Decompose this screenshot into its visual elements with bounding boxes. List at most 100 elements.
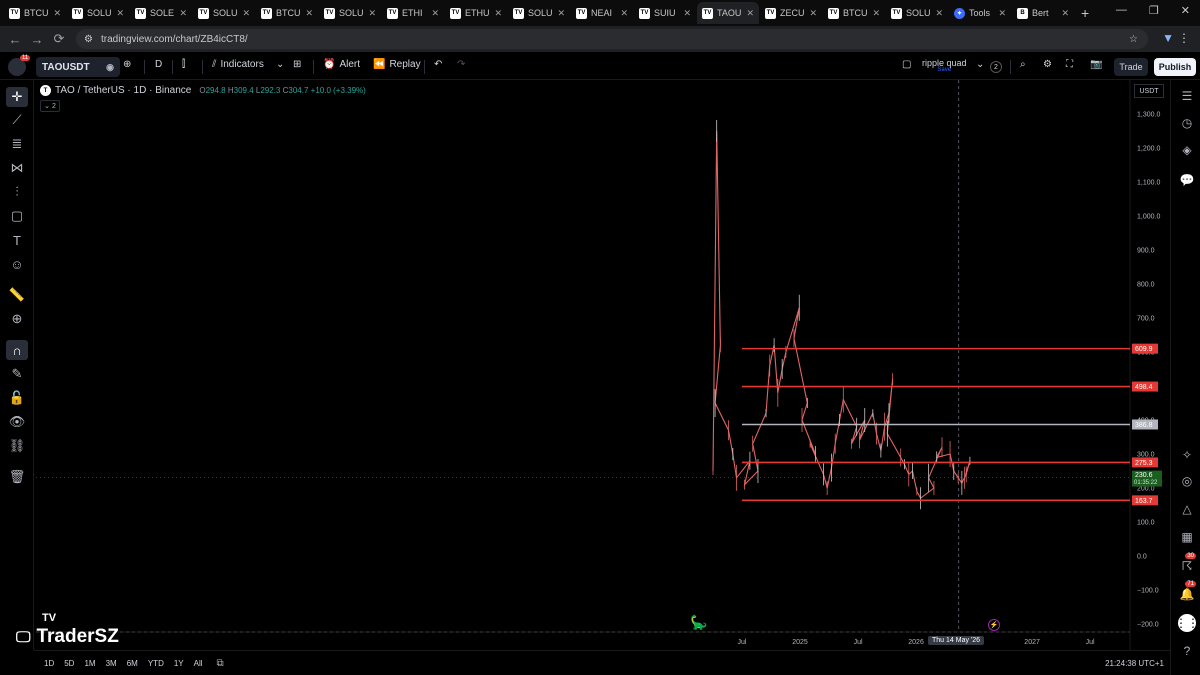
- tab-close-icon[interactable]: ✕: [53, 8, 61, 19]
- tab-close-icon[interactable]: ✕: [494, 8, 502, 19]
- lightning-icon[interactable]: ⚡: [988, 619, 1000, 631]
- browser-tab[interactable]: TV SOLU ✕: [508, 2, 570, 24]
- shapes-tool-icon[interactable]: ▢: [6, 206, 28, 226]
- undo-icon[interactable]: ↶: [434, 59, 442, 70]
- browser-tab[interactable]: TV BTCU ✕: [256, 2, 318, 24]
- trend-line-tool-icon[interactable]: ⟋: [6, 110, 28, 130]
- snapshot-camera-icon[interactable]: 📷: [1090, 59, 1102, 70]
- tab-close-icon[interactable]: ✕: [368, 8, 376, 19]
- quick-search-icon[interactable]: ⌕: [1020, 59, 1026, 70]
- minimize-icon[interactable]: —: [1116, 4, 1127, 17]
- ruler-tool-icon[interactable]: 📏: [6, 285, 28, 305]
- tab-close-icon[interactable]: ✕: [746, 8, 754, 19]
- layout-name-button[interactable]: ripple quad Save: [922, 58, 967, 73]
- target-icon[interactable]: ◎: [1178, 472, 1196, 490]
- candles-style-icon[interactable]: ⫿: [182, 59, 185, 70]
- period-button[interactable]: 3M: [106, 659, 117, 668]
- currency-selector[interactable]: USDT: [1134, 84, 1164, 98]
- clock[interactable]: 21:24:38 UTC+1: [1105, 659, 1164, 668]
- site-info-icon[interactable]: ⚙: [84, 34, 93, 45]
- tab-close-icon[interactable]: ✕: [179, 8, 187, 19]
- browser-tab[interactable]: TV ZECU ✕: [760, 2, 822, 24]
- browser-tab[interactable]: TV ETHU ✕: [445, 2, 507, 24]
- compare-symbol-icon[interactable]: ⊕: [123, 59, 131, 70]
- layout-grid-icon[interactable]: ⊞: [293, 59, 301, 70]
- tab-close-icon[interactable]: ✕: [1061, 8, 1069, 19]
- indicator-templates-icon[interactable]: ⌄: [276, 59, 284, 70]
- calendar-icon[interactable]: ▦: [1178, 528, 1196, 546]
- apps-grid-icon[interactable]: ⋮⋮: [1175, 614, 1199, 632]
- layout-menu-icon[interactable]: ⌄: [976, 59, 984, 70]
- browser-tab[interactable]: TV BTCU ✕: [4, 2, 66, 24]
- date-range-icon[interactable]: ⧉: [217, 658, 224, 669]
- trade-button[interactable]: Trade: [1114, 58, 1148, 76]
- tab-close-icon[interactable]: ✕: [557, 8, 565, 19]
- alert-button[interactable]: ⏰ Alert: [323, 59, 360, 70]
- browser-tab[interactable]: TV BTCU ✕: [823, 2, 885, 24]
- publish-button[interactable]: Publish: [1154, 58, 1196, 76]
- notifications-bell-icon[interactable]: 🔔 71: [1178, 581, 1196, 603]
- replay-button[interactable]: ⏪ Replay: [373, 59, 421, 70]
- url-field[interactable]: ⚙ tradingview.com/chart/ZB4icCT8/ ☆: [76, 29, 1148, 49]
- help-icon[interactable]: ?: [1178, 642, 1196, 660]
- tab-close-icon[interactable]: ✕: [935, 8, 943, 19]
- chart-svg[interactable]: 1,300.0 1,200.0 1,100.0 1,000.0 900.0 800.0 70…: [0, 0, 1200, 675]
- browser-menu-icon[interactable]: ⋮: [1178, 31, 1190, 45]
- maximize-icon[interactable]: ❐: [1149, 4, 1159, 17]
- layout-count[interactable]: 2: [990, 61, 1002, 73]
- period-button[interactable]: 5D: [64, 659, 74, 668]
- browser-tab[interactable]: TV SOLE ✕: [130, 2, 192, 24]
- crosshair-tool-icon[interactable]: ✛: [6, 87, 28, 107]
- browser-tab[interactable]: B Bert ✕: [1012, 2, 1074, 24]
- lock-drawings-icon[interactable]: 🔓: [6, 388, 28, 408]
- forward-icon[interactable]: →: [26, 32, 48, 47]
- magnet-tool-icon[interactable]: ∩: [6, 340, 28, 360]
- link-icon[interactable]: ⛓: [6, 436, 28, 456]
- trash-icon[interactable]: 🗑: [6, 467, 28, 487]
- symbol-search[interactable]: TAOUSDT ◉: [36, 57, 120, 77]
- browser-tab[interactable]: TV TAOU ✕: [697, 2, 759, 24]
- pine-editor-icon[interactable]: △: [1178, 500, 1196, 518]
- fullscreen-icon[interactable]: ⛶: [1066, 59, 1073, 70]
- period-button[interactable]: YTD: [148, 659, 164, 668]
- reload-icon[interactable]: ⟳: [48, 31, 70, 47]
- browser-tab[interactable]: TV NEAI ✕: [571, 2, 633, 24]
- ideas-icon[interactable]: ✧: [1178, 446, 1196, 464]
- hide-drawings-eye-icon[interactable]: 👁: [6, 412, 28, 432]
- watchlist-icon[interactable]: ☰: [1178, 87, 1196, 105]
- layout-checkbox-icon[interactable]: ▢: [902, 59, 911, 70]
- period-button[interactable]: 1D: [44, 659, 54, 668]
- stay-drawing-icon[interactable]: ✎: [6, 364, 28, 384]
- period-button[interactable]: All: [194, 659, 203, 668]
- back-icon[interactable]: ←: [4, 32, 26, 47]
- redo-icon[interactable]: ↷: [457, 59, 465, 70]
- indicators-collapse-button[interactable]: ⌄ 2: [40, 100, 60, 112]
- browser-tab[interactable]: TV ETHI ✕: [382, 2, 444, 24]
- browser-tab[interactable]: TV SOLU ✕: [886, 2, 948, 24]
- chat-icon[interactable]: 💬: [1178, 171, 1196, 189]
- bookmark-star-icon[interactable]: ☆: [1129, 34, 1138, 45]
- period-button[interactable]: 1M: [84, 659, 95, 668]
- tab-close-icon[interactable]: ✕: [116, 8, 124, 19]
- indicators-button[interactable]: ⫽ Indicators: [212, 59, 264, 70]
- browser-tab[interactable]: TV SUIU ✕: [634, 2, 696, 24]
- fib-tool-icon[interactable]: ≣: [6, 134, 28, 154]
- interval-button[interactable]: D: [155, 59, 162, 70]
- settings-gear-icon[interactable]: ⚙: [1043, 59, 1052, 70]
- watch-icon[interactable]: ◉: [106, 62, 114, 73]
- tab-close-icon[interactable]: ✕: [683, 8, 691, 19]
- legend-title[interactable]: TAO / TetherUS · 1D · Binance: [55, 85, 191, 96]
- object-tree-layers-icon[interactable]: ◈: [1178, 141, 1196, 159]
- text-tool-icon[interactable]: T: [6, 230, 28, 250]
- period-button[interactable]: 1Y: [174, 659, 184, 668]
- tab-close-icon[interactable]: ✕: [431, 8, 439, 19]
- forecast-tool-icon[interactable]: ⫶: [6, 182, 28, 202]
- close-window-icon[interactable]: ✕: [1181, 4, 1190, 17]
- extension-icon[interactable]: ▼: [1162, 31, 1174, 45]
- feed-icon[interactable]: ☈ 30: [1178, 553, 1196, 575]
- browser-tab[interactable]: ✦ Tools ✕: [949, 2, 1011, 24]
- emoji-tool-icon[interactable]: ☺: [6, 254, 28, 274]
- tab-close-icon[interactable]: ✕: [998, 8, 1006, 19]
- period-button[interactable]: 6M: [127, 659, 138, 668]
- browser-tab[interactable]: TV SOLU ✕: [193, 2, 255, 24]
